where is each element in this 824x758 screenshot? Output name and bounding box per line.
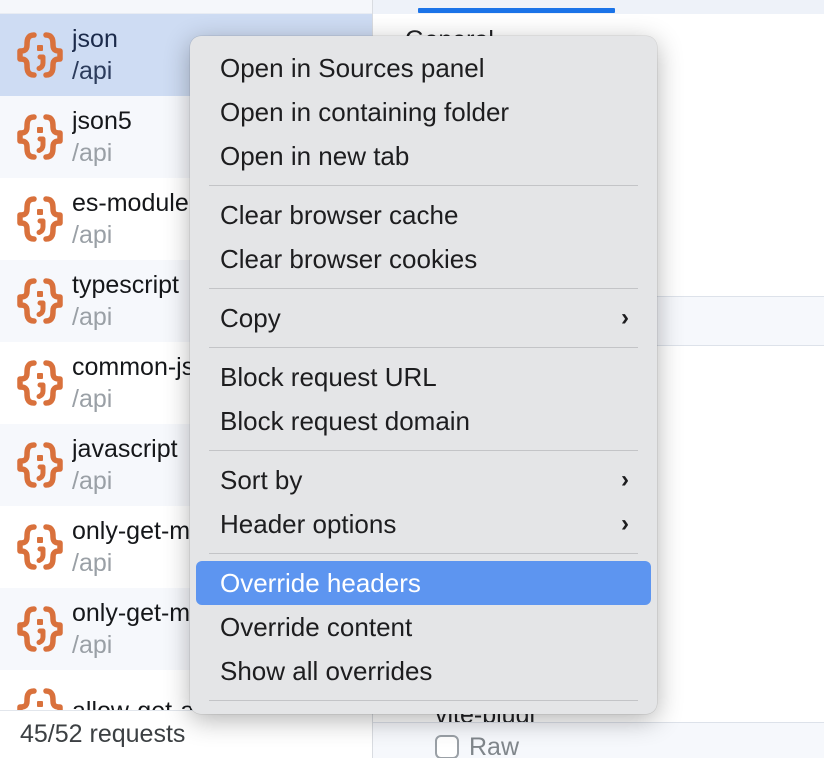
context-menu-item[interactable]: Show all overrides bbox=[190, 649, 657, 693]
raw-label-bottom: Raw bbox=[469, 733, 519, 758]
chevron-right-icon: › bbox=[621, 468, 629, 492]
status-bar: 45/52 requests bbox=[0, 710, 372, 758]
context-menu-item-label: Header options bbox=[220, 511, 396, 537]
context-menu-item-label: Show all overrides bbox=[220, 658, 432, 684]
details-tab-strip bbox=[373, 0, 824, 14]
json-file-icon bbox=[14, 439, 66, 491]
json-file-icon bbox=[14, 275, 66, 327]
context-menu-item-label: Block request URL bbox=[220, 364, 437, 390]
context-menu-item-label: Sort by bbox=[220, 467, 302, 493]
context-menu-item-label: Open in new tab bbox=[220, 143, 409, 169]
context-menu-item[interactable]: Open in containing folder bbox=[190, 90, 657, 134]
context-menu-item-label: Open in Sources panel bbox=[220, 55, 485, 81]
context-menu-item[interactable]: Clear browser cache bbox=[190, 193, 657, 237]
context-menu-item-label: Copy bbox=[220, 305, 281, 331]
context-menu-item[interactable]: Copy › bbox=[190, 296, 657, 340]
context-menu-separator bbox=[209, 288, 638, 289]
chevron-right-icon: › bbox=[621, 306, 629, 330]
context-menu-item[interactable]: Override headers bbox=[196, 561, 651, 605]
context-menu-item-label: Override content bbox=[220, 614, 412, 640]
json-file-icon bbox=[14, 357, 66, 409]
raw-checkbox-bottom[interactable] bbox=[435, 735, 459, 758]
context-menu-item[interactable]: Header options › bbox=[190, 502, 657, 546]
context-menu-item[interactable]: Open in Sources panel bbox=[190, 46, 657, 90]
raw-toggle-bar-bottom[interactable]: Raw bbox=[373, 723, 824, 758]
context-menu-item-label: Override headers bbox=[220, 570, 421, 596]
devtools-network-panel: json/apijson5/apies-module/apitypescript… bbox=[0, 0, 824, 758]
context-menu-item[interactable]: Sort by › bbox=[190, 458, 657, 502]
active-tab-indicator bbox=[418, 8, 615, 13]
context-menu-separator bbox=[209, 553, 638, 554]
json-file-icon bbox=[14, 521, 66, 573]
context-menu-item[interactable]: Block request domain bbox=[190, 399, 657, 443]
context-menu-item[interactable]: Override content bbox=[190, 605, 657, 649]
context-menu-item-label: Open in containing folder bbox=[220, 99, 509, 125]
chevron-right-icon: › bbox=[621, 512, 629, 536]
context-menu-item-label: Block request domain bbox=[220, 408, 470, 434]
request-list-top-strip bbox=[0, 0, 372, 14]
context-menu-item-label: Clear browser cookies bbox=[220, 246, 477, 272]
json-file-icon bbox=[14, 111, 66, 163]
json-file-icon bbox=[14, 29, 66, 81]
request-count-text: 45/52 requests bbox=[20, 720, 185, 749]
json-file-icon bbox=[14, 603, 66, 655]
context-menu-separator bbox=[209, 347, 638, 348]
context-menu-item-label: Clear browser cache bbox=[220, 202, 458, 228]
context-menu-separator bbox=[209, 700, 638, 701]
context-menu-item[interactable]: Block request URL bbox=[190, 355, 657, 399]
context-menu: Open in Sources panel Open in containing … bbox=[190, 36, 657, 714]
context-menu-item[interactable]: Open in new tab bbox=[190, 134, 657, 178]
context-menu-separator bbox=[209, 185, 638, 186]
context-menu-separator bbox=[209, 450, 638, 451]
context-menu-item[interactable]: Clear browser cookies bbox=[190, 237, 657, 281]
json-file-icon bbox=[14, 193, 66, 245]
